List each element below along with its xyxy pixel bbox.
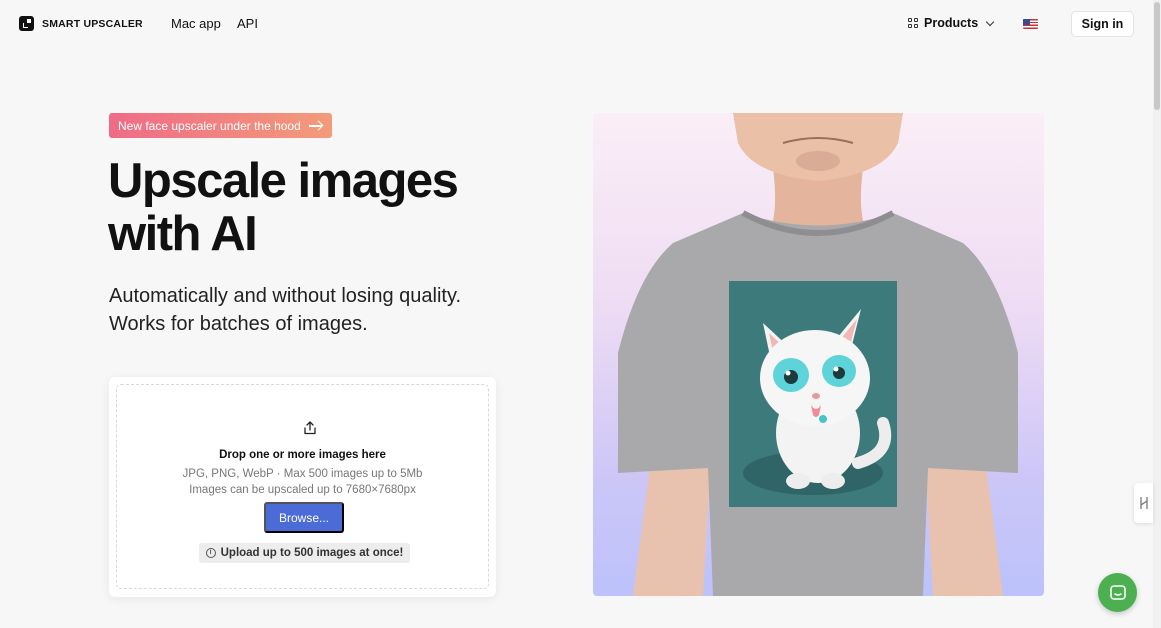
drop-zone[interactable]: Drop one or more images here JPG, PNG, W… [116, 384, 489, 589]
top-header: SMART UPSCALER Mac app API Products Sign… [0, 0, 1153, 48]
page-scrollbar[interactable] [1153, 0, 1161, 628]
logo-icon [19, 16, 34, 31]
upload-icon [304, 421, 316, 435]
browse-button[interactable]: Browse... [264, 502, 344, 533]
hero-image [593, 113, 1044, 596]
tshirt-illustration [618, 113, 1018, 596]
nav-api[interactable]: API [237, 16, 258, 31]
subtitle-line-2: Works for batches of images. [109, 313, 368, 335]
brand-logo[interactable]: SMART UPSCALER [19, 16, 143, 31]
hero-subtitle: Automatically and without losing quality… [109, 282, 529, 338]
arrow-right-icon [308, 121, 323, 131]
max-resolution: Images can be upscaled up to 7680×7680px [189, 484, 416, 496]
badge-text: New face upscaler under the hood [118, 118, 301, 133]
info-icon: i [205, 548, 216, 558]
nav-mac-app[interactable]: Mac app [171, 16, 221, 31]
grid-icon [908, 18, 918, 28]
supported-formats: JPG, PNG, WebP · Max 500 images up to 5M… [182, 468, 423, 480]
brand-name: SMART UPSCALER [42, 17, 143, 30]
us-flag-icon[interactable] [1023, 19, 1038, 29]
chat-button[interactable] [1098, 573, 1137, 612]
title-line-1: Upscale images [108, 154, 459, 208]
side-widget-tab[interactable] [1134, 483, 1153, 523]
chat-icon [1109, 584, 1126, 600]
subtitle-line-1: Automatically and without losing quality… [109, 285, 462, 307]
upload-note: i Upload up to 500 images at once! [199, 543, 410, 563]
upload-note-text: Upload up to 500 images at once! [220, 547, 404, 559]
drop-title: Drop one or more images here [219, 449, 386, 461]
chevron-down-icon [985, 17, 995, 26]
scrollbar-thumb[interactable] [1154, 2, 1160, 110]
page-title: Upscale images with AI [108, 155, 528, 261]
products-menu-button[interactable]: Products [908, 16, 995, 30]
title-line-2: with AI [108, 207, 258, 261]
sign-in-button[interactable]: Sign in [1071, 11, 1134, 37]
products-label: Products [924, 16, 979, 30]
upload-card: Drop one or more images here JPG, PNG, W… [109, 377, 496, 597]
new-feature-badge[interactable]: New face upscaler under the hood [109, 113, 332, 138]
compare-icon [1139, 497, 1148, 509]
